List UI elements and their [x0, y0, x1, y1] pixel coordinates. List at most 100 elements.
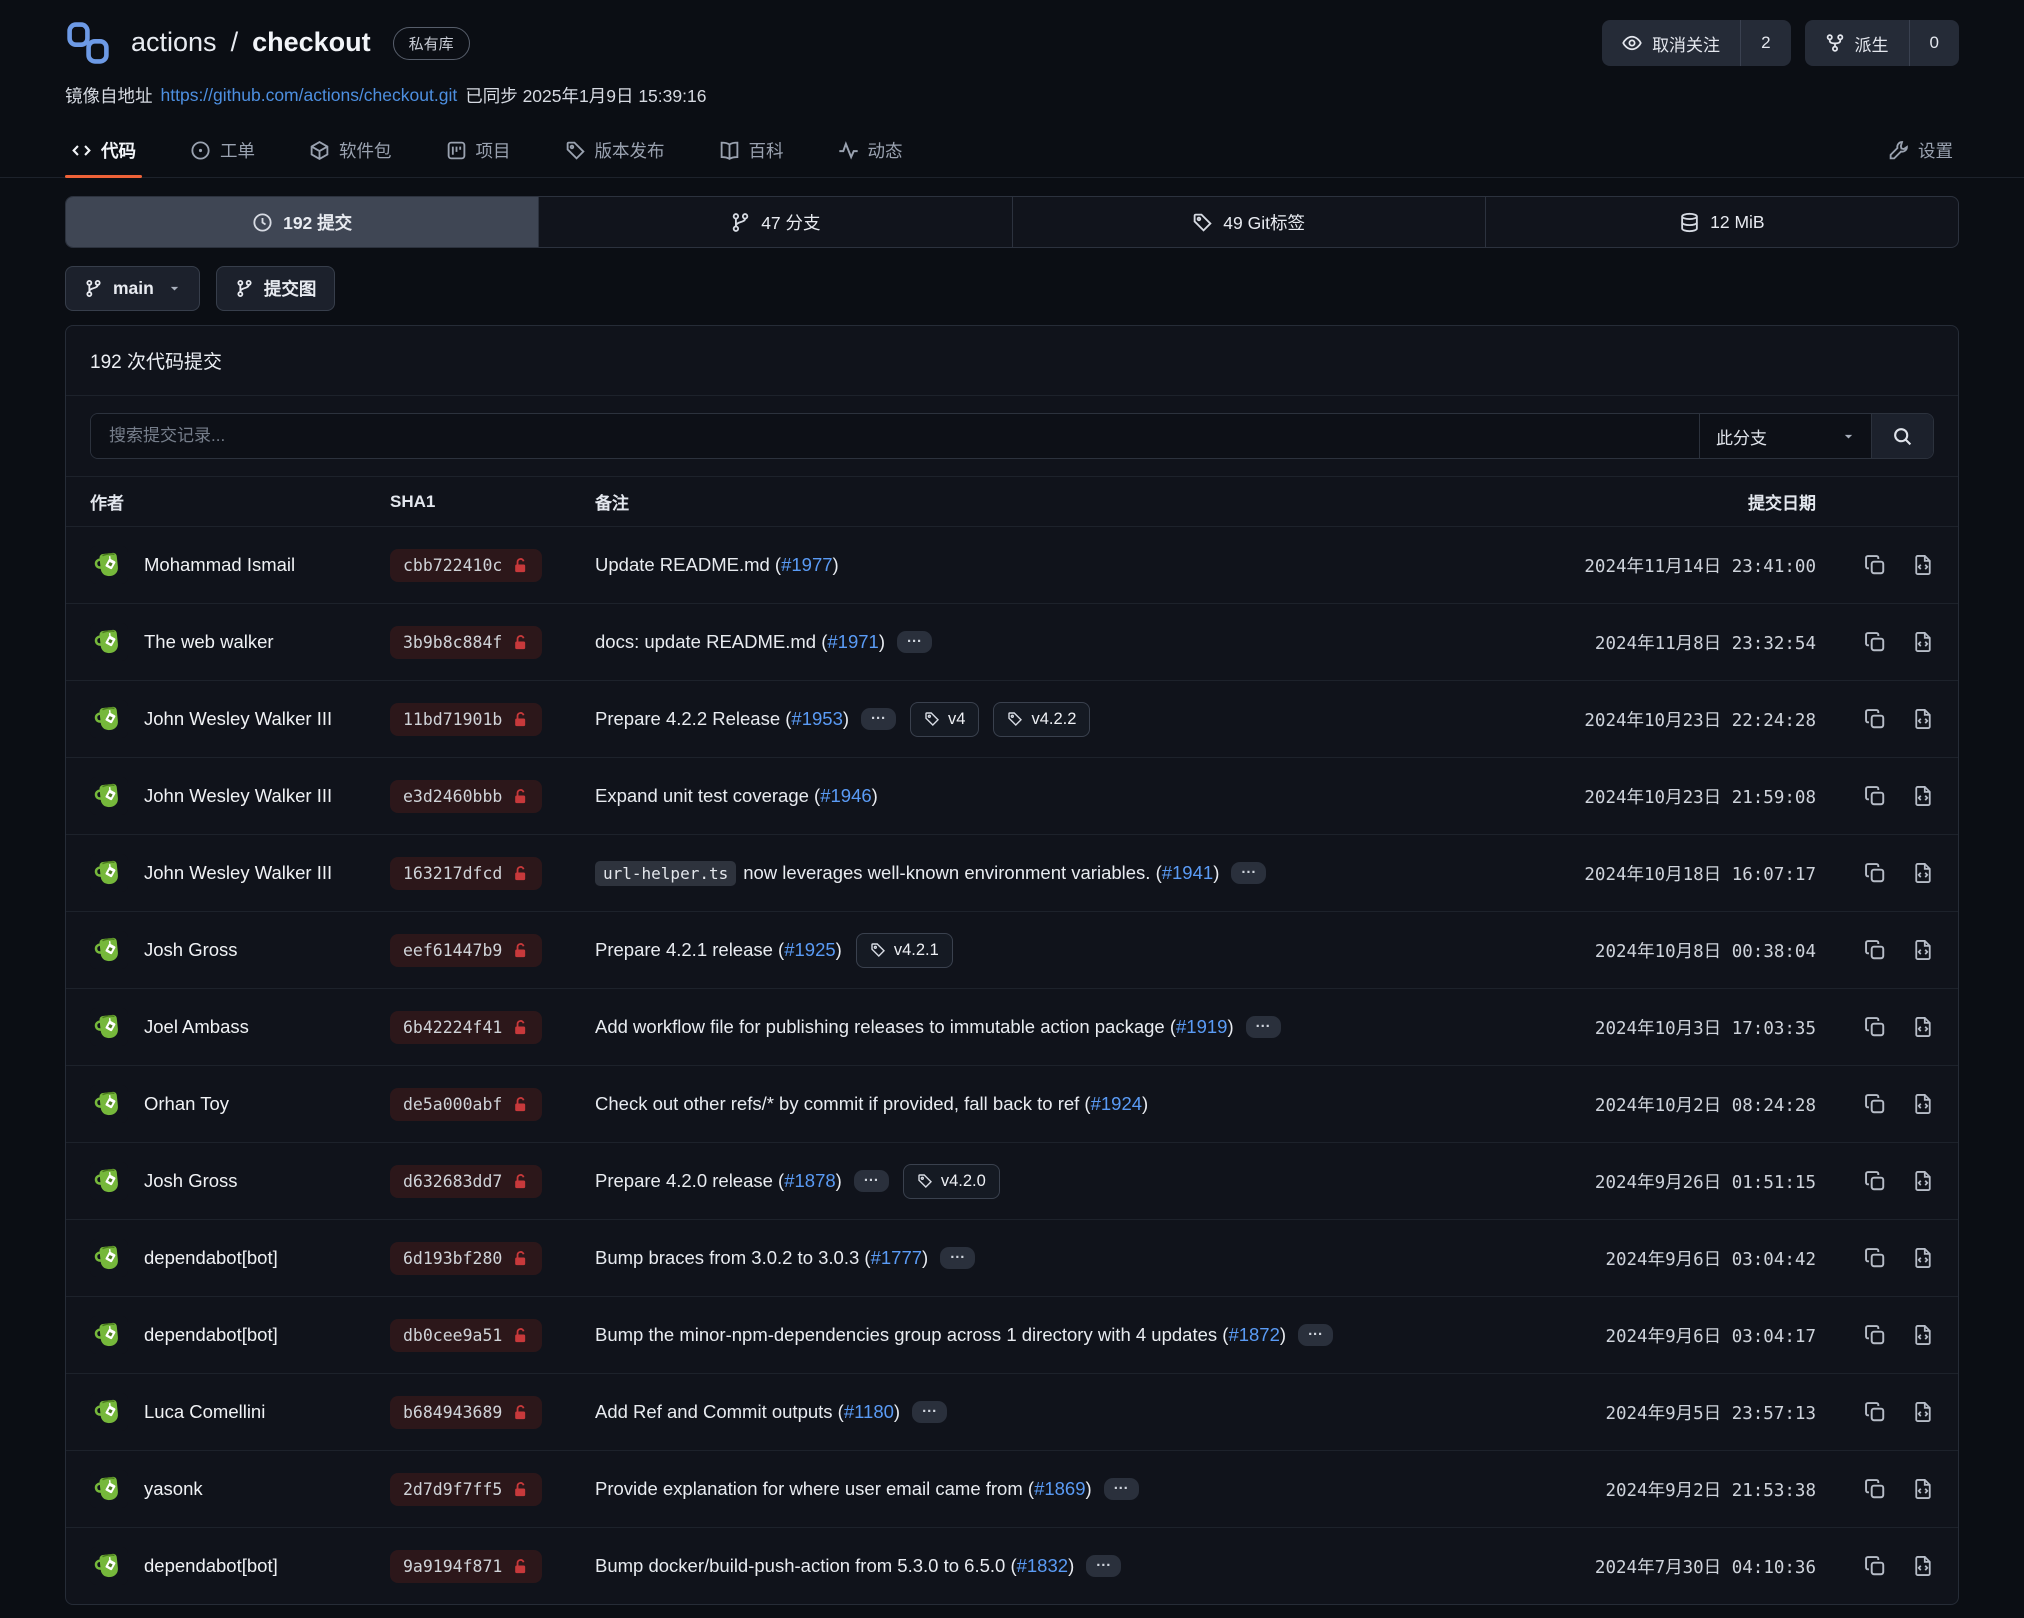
tag-button[interactable]: v4.2.1	[856, 933, 953, 968]
commit-sha-link[interactable]: 6b42224f41	[390, 1011, 542, 1044]
commit-author-name[interactable]: dependabot[bot]	[144, 1324, 278, 1346]
expand-commit-button[interactable]: ···	[897, 631, 932, 653]
commit-sha-link[interactable]: e3d2460bbb	[390, 780, 542, 813]
browse-source-button[interactable]	[1912, 1093, 1934, 1115]
commit-author-name[interactable]: John Wesley Walker III	[144, 862, 332, 884]
copy-sha-button[interactable]	[1864, 862, 1886, 884]
expand-commit-button[interactable]: ···	[1298, 1324, 1333, 1346]
browse-source-button[interactable]	[1912, 1170, 1934, 1192]
commit-sha-link[interactable]: db0cee9a51	[390, 1319, 542, 1352]
copy-sha-button[interactable]	[1864, 1324, 1886, 1346]
fork-button[interactable]: 派生 0	[1805, 20, 1959, 66]
browse-source-button[interactable]	[1912, 785, 1934, 807]
search-button[interactable]	[1871, 414, 1933, 458]
expand-commit-button[interactable]: ···	[912, 1401, 947, 1423]
issue-link[interactable]: #1971	[827, 631, 878, 653]
copy-sha-button[interactable]	[1864, 1478, 1886, 1500]
browse-source-button[interactable]	[1912, 862, 1934, 884]
commit-author-name[interactable]: Orhan Toy	[144, 1093, 229, 1115]
expand-commit-button[interactable]: ···	[1231, 862, 1266, 884]
tab-issues[interactable]: 工单	[184, 124, 261, 177]
browse-source-button[interactable]	[1912, 554, 1934, 576]
browse-source-button[interactable]	[1912, 1247, 1934, 1269]
expand-commit-button[interactable]: ···	[1086, 1555, 1121, 1577]
commit-author-name[interactable]: John Wesley Walker III	[144, 785, 332, 807]
expand-commit-button[interactable]: ···	[940, 1247, 975, 1269]
commit-sha-link[interactable]: 11bd71901b	[390, 703, 542, 736]
tag-button[interactable]: v4.2.0	[903, 1164, 1000, 1199]
commit-sha-link[interactable]: 3b9b8c884f	[390, 626, 542, 659]
browse-source-button[interactable]	[1912, 1478, 1934, 1500]
commit-author-name[interactable]: dependabot[bot]	[144, 1555, 278, 1577]
tab-settings[interactable]: 设置	[1882, 124, 1959, 177]
issue-link[interactable]: #1872	[1228, 1324, 1279, 1346]
copy-sha-button[interactable]	[1864, 708, 1886, 730]
issue-link[interactable]: #1878	[784, 1170, 835, 1192]
branch-scope-dropdown[interactable]: 此分支	[1699, 414, 1871, 458]
commit-author-name[interactable]: yasonk	[144, 1478, 203, 1500]
commit-sha-link[interactable]: b684943689	[390, 1396, 542, 1429]
copy-sha-button[interactable]	[1864, 785, 1886, 807]
copy-sha-button[interactable]	[1864, 1170, 1886, 1192]
expand-commit-button[interactable]: ···	[1246, 1016, 1281, 1038]
copy-sha-button[interactable]	[1864, 1247, 1886, 1269]
unwatch-button[interactable]: 取消关注 2	[1602, 20, 1790, 66]
browse-source-button[interactable]	[1912, 1016, 1934, 1038]
tab-projects[interactable]: 项目	[440, 124, 517, 177]
browse-source-button[interactable]	[1912, 631, 1934, 653]
forks-count[interactable]: 0	[1909, 20, 1959, 66]
commit-sha-link[interactable]: de5a000abf	[390, 1088, 542, 1121]
stat-branches[interactable]: 47 分支	[538, 197, 1011, 247]
issue-link[interactable]: #1977	[781, 554, 832, 576]
tab-activity[interactable]: 动态	[832, 124, 909, 177]
commit-author-name[interactable]: The web walker	[144, 631, 274, 653]
watchers-count[interactable]: 2	[1740, 20, 1790, 66]
issue-link[interactable]: #1869	[1034, 1478, 1085, 1500]
commit-author-name[interactable]: Josh Gross	[144, 939, 238, 961]
browse-source-button[interactable]	[1912, 1401, 1934, 1423]
repo-owner-link[interactable]: actions	[131, 27, 217, 58]
browse-source-button[interactable]	[1912, 1555, 1934, 1577]
commit-author-name[interactable]: dependabot[bot]	[144, 1247, 278, 1269]
commit-author-name[interactable]: John Wesley Walker III	[144, 708, 332, 730]
issue-link[interactable]: #1941	[1162, 862, 1213, 884]
stat-size[interactable]: 12 MiB	[1485, 197, 1958, 247]
commit-sha-link[interactable]: 9a9194f871	[390, 1550, 542, 1583]
copy-sha-button[interactable]	[1864, 1555, 1886, 1577]
tab-wiki[interactable]: 百科	[713, 124, 790, 177]
commit-search-input[interactable]	[91, 414, 1699, 458]
expand-commit-button[interactable]: ···	[861, 708, 896, 730]
expand-commit-button[interactable]: ···	[1104, 1478, 1139, 1500]
issue-link[interactable]: #1777	[871, 1247, 922, 1269]
issue-link[interactable]: #1924	[1091, 1093, 1142, 1115]
mirror-url-link[interactable]: https://github.com/actions/checkout.git	[161, 85, 458, 106]
copy-sha-button[interactable]	[1864, 1093, 1886, 1115]
browse-source-button[interactable]	[1912, 708, 1934, 730]
commit-graph-button[interactable]: 提交图	[216, 266, 336, 311]
issue-link[interactable]: #1953	[791, 708, 842, 730]
issue-link[interactable]: #1925	[784, 939, 835, 961]
commit-sha-link[interactable]: cbb722410c	[390, 549, 542, 582]
commit-author-name[interactable]: Joel Ambass	[144, 1016, 249, 1038]
tag-button[interactable]: v4	[910, 702, 979, 737]
commit-author-name[interactable]: Josh Gross	[144, 1170, 238, 1192]
issue-link[interactable]: #1832	[1017, 1555, 1068, 1577]
commit-author-name[interactable]: Luca Comellini	[144, 1401, 265, 1423]
copy-sha-button[interactable]	[1864, 1016, 1886, 1038]
tag-button[interactable]: v4.2.2	[993, 702, 1090, 737]
copy-sha-button[interactable]	[1864, 1401, 1886, 1423]
issue-link[interactable]: #1180	[844, 1401, 894, 1423]
issue-link[interactable]: #1919	[1176, 1016, 1227, 1038]
commit-sha-link[interactable]: 2d7d9f7ff5	[390, 1473, 542, 1506]
branch-selector[interactable]: main	[65, 266, 200, 311]
browse-source-button[interactable]	[1912, 1324, 1934, 1346]
tab-code[interactable]: 代码	[65, 124, 142, 177]
commit-sha-link[interactable]: eef61447b9	[390, 934, 542, 967]
repo-name-link[interactable]: checkout	[252, 27, 371, 58]
tab-releases[interactable]: 版本发布	[559, 124, 671, 177]
tab-packages[interactable]: 软件包	[303, 124, 398, 177]
commit-author-name[interactable]: Mohammad Ismail	[144, 554, 295, 576]
copy-sha-button[interactable]	[1864, 554, 1886, 576]
issue-link[interactable]: #1946	[820, 785, 871, 807]
expand-commit-button[interactable]: ···	[854, 1170, 889, 1192]
